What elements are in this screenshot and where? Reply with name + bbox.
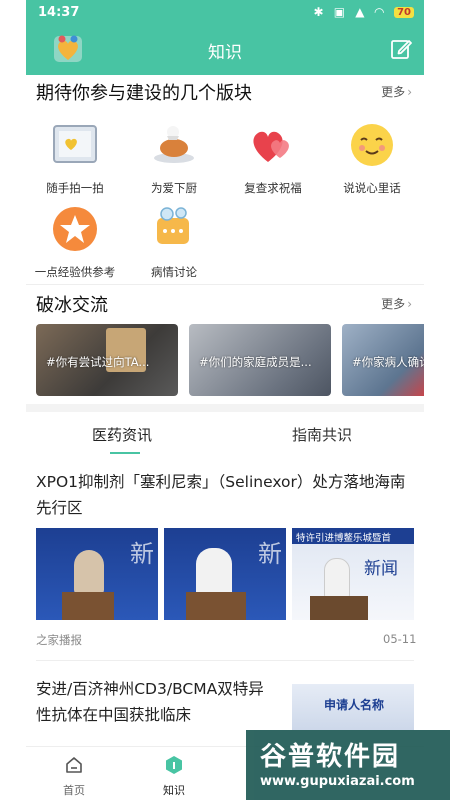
knowledge-icon [166,756,182,774]
build-item-discussion[interactable]: 病情讨论 [130,204,218,280]
photo-frame-icon [53,125,97,163]
icebreak-more-link[interactable]: 更多 [381,295,412,312]
edit-icon[interactable] [390,38,412,60]
icebreak-card[interactable]: #你们的家庭成员是... [189,324,331,396]
speaker-figure [74,550,104,594]
thumb-text: 新闻 [364,559,398,579]
app-header: 14:37 ✱ ▣ ▲ ◠ 70 知识 [26,0,424,75]
cooking-icon [154,126,194,163]
build-item-experience[interactable]: 一点经验供参考 [31,204,119,280]
watermark-url: www.gupuxiazai.com [260,774,415,789]
icebreak-card[interactable]: #你有尝试过向TA... [36,324,178,396]
build-item-label: 一点经验供参考 [34,265,116,279]
build-item-hearts[interactable]: 复查求祝福 [229,120,317,196]
hearts-icon [253,131,289,162]
speaker-figure [324,558,350,598]
build-more-link[interactable]: 更多 [381,83,412,100]
icebreak-card-text: #你们的家庭成员是... [199,355,312,369]
tab-medical-news[interactable]: 医药资讯 [92,424,152,445]
build-item-label: 随手拍一拍 [46,181,104,195]
icebreak-card-text: #你有尝试过向TA... [46,355,150,369]
build-item-cooking[interactable]: 为爱下厨 [130,120,218,196]
status-bar: 14:37 ✱ ▣ ▲ ◠ 70 [26,0,424,26]
news-thumbnail[interactable]: 特许引进博鳌乐城暨首 新闻 [292,528,414,620]
thumb-text: 新 [130,540,154,568]
build-item-smiley[interactable]: 说说心里话 [328,120,416,196]
thumb-text: 新 [258,540,282,568]
divider [36,660,414,661]
build-item-photo[interactable]: 随手拍一拍 [31,120,119,196]
star-icon [53,207,97,251]
icebreak-card[interactable]: #你家病人确诊 [342,324,424,396]
thumb-banner: 特许引进博鳌乐城暨首 [292,528,414,544]
status-icons: ✱ ▣ ▲ ◠ 70 [314,5,414,19]
news-title[interactable]: 安进/百济神州CD3/BCMA双特异性抗体在中国获批临床 [36,676,276,728]
watermark: 谷普软件园 www.gupuxiazai.com [246,730,450,800]
podium [310,596,368,620]
page-title: 知识 [208,43,242,63]
build-item-label: 病情讨论 [151,265,197,279]
speaker-figure [196,548,232,598]
chat-bubbles-icon [157,207,189,244]
tab-active-indicator [110,452,140,454]
tab-guidelines[interactable]: 指南共识 [292,424,352,445]
nav-home[interactable]: 首页 [44,755,104,798]
podium [186,592,246,620]
divider [26,284,424,285]
nav-label: 知识 [163,784,185,797]
thumb-text: 申请人名称 [324,698,385,712]
watermark-title: 谷普软件园 [260,742,401,772]
news-date: 05-11 [383,632,417,646]
status-time: 14:37 [38,5,80,20]
build-item-label: 说说心里话 [343,181,401,195]
nav-knowledge[interactable]: 知识 [144,755,204,798]
nav-label: 首页 [63,784,85,797]
news-thumbnail[interactable]: 申请人名称 [292,684,414,730]
news-thumbnail[interactable]: 新 [164,528,286,620]
news-title[interactable]: XPO1抑制剂「塞利尼索」（Selinexor）处方落地海南先行区 [36,469,418,521]
smiley-face-icon [351,124,393,166]
news-source: 之家播报 [36,633,82,647]
battery-icon: 70 [394,7,414,18]
podium [62,592,114,620]
build-item-label: 复查求祝福 [244,181,302,195]
build-item-label: 为爱下厨 [151,181,197,195]
section-title-build: 期待你参与建设的几个版块 [36,83,252,104]
icebreak-card-text: #你家病人确诊 [352,355,424,369]
home-icon [66,757,82,773]
section-gap [26,404,424,412]
news-thumbnail[interactable]: 新 [36,528,158,620]
section-title-icebreak: 破冰交流 [36,295,108,316]
